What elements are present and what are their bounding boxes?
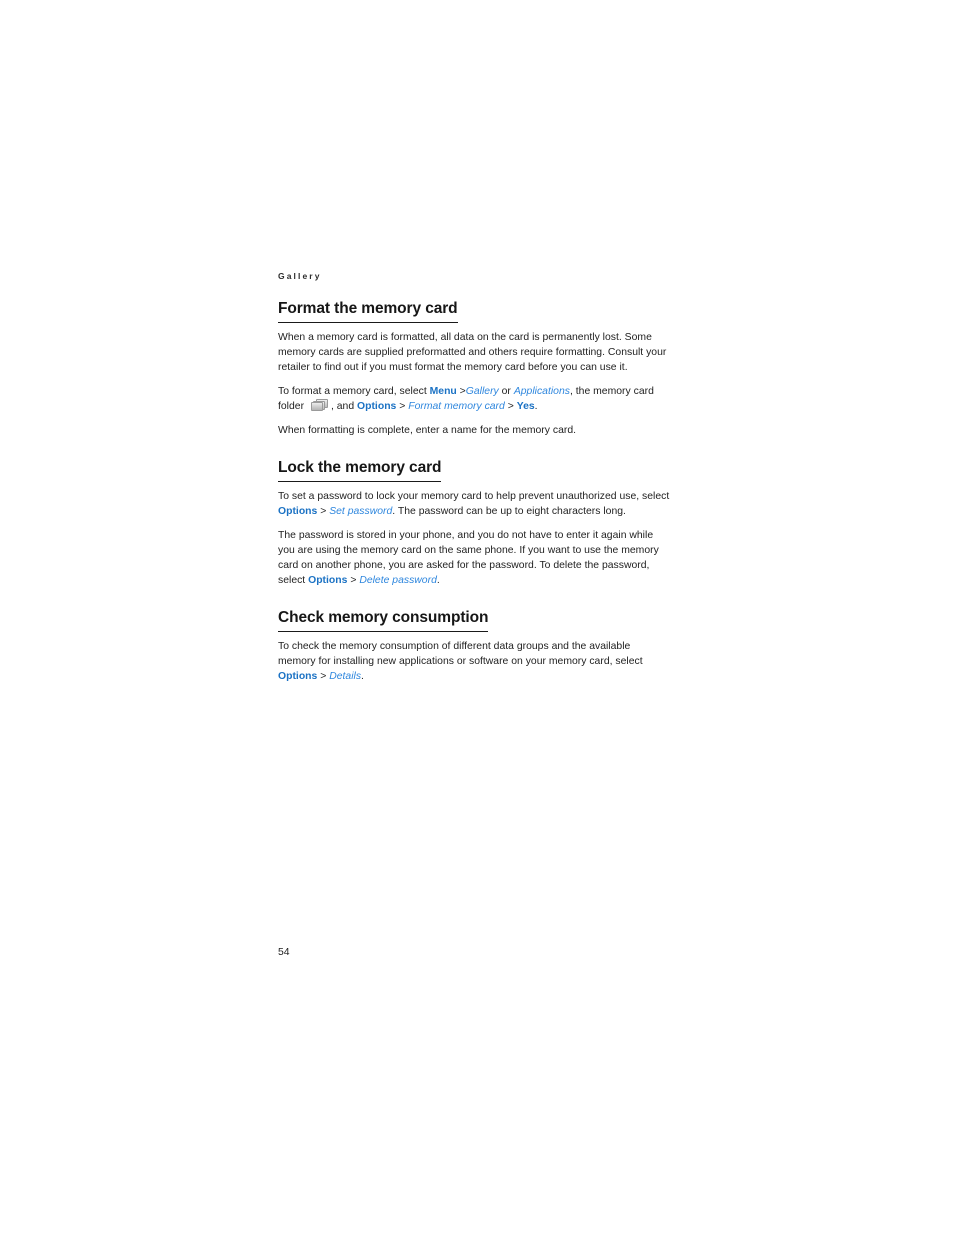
text-run: To format a memory card, select xyxy=(278,386,430,397)
ui-menu-item-set-password: Set password xyxy=(329,505,393,517)
section-heading-lock-the-memory-card: Lock the memory card xyxy=(278,458,442,482)
ui-menu-item-delete-password: Delete password xyxy=(359,575,437,587)
sections-container: Format the memory card When a memory card… xyxy=(278,299,670,684)
paragraph: To set a password to lock your memory ca… xyxy=(278,489,670,519)
paragraph: To check the memory consumption of diffe… xyxy=(278,639,670,684)
gallery-folder-icon xyxy=(310,399,328,412)
text-run: When a memory card is formatted, all dat… xyxy=(278,331,667,373)
text-run: . xyxy=(534,401,538,413)
ui-menu-item-gallery: Gallery xyxy=(465,386,499,397)
ui-menu-item-details: Details xyxy=(329,670,362,682)
text-run: . xyxy=(361,670,364,682)
ui-path-options: Options xyxy=(278,505,318,517)
ui-menu-item-format-memory-card: Format memory card xyxy=(408,401,505,413)
text-run: > xyxy=(396,401,409,413)
text-run: or xyxy=(498,386,514,397)
ui-menu-item-applications: Applications xyxy=(513,386,570,397)
ui-path-options: Options xyxy=(357,401,397,413)
ui-path-menu: Menu xyxy=(429,386,457,397)
running-header-chapter: Gallery xyxy=(278,271,322,281)
text-run: > xyxy=(456,386,466,397)
paragraph: To format a memory card, select Menu >Ga… xyxy=(278,384,670,414)
ui-path-options: Options xyxy=(308,575,348,587)
text-run: > xyxy=(347,575,360,587)
text-run: To check the memory consumption of diffe… xyxy=(278,640,643,667)
text-run: To set a password to lock your memory ca… xyxy=(278,490,670,502)
paragraph: When a memory card is formatted, all dat… xyxy=(278,330,670,375)
text-run: > xyxy=(317,670,330,682)
section-heading-format-the-memory-card: Format the memory card xyxy=(278,299,458,323)
text-column: Gallery Format the memory card When a mem… xyxy=(278,271,670,693)
paragraph: When formatting is complete, enter a nam… xyxy=(278,423,670,438)
text-run: > xyxy=(504,401,517,413)
text-run: > xyxy=(317,505,330,517)
text-run: . xyxy=(436,575,440,587)
document-page: Gallery Format the memory card When a mem… xyxy=(0,0,954,1235)
text-run: , and xyxy=(330,401,358,413)
page-number: 54 xyxy=(278,947,290,958)
section-heading-check-memory-consumption: Check memory consumption xyxy=(278,608,488,632)
paragraph: The password is stored in your phone, an… xyxy=(278,528,670,588)
text-run: When formatting is complete, enter a nam… xyxy=(278,425,577,437)
ui-path-yes: Yes xyxy=(516,401,535,413)
ui-path-options: Options xyxy=(278,670,318,682)
text-run: . The password can be up to eight charac… xyxy=(392,505,626,517)
